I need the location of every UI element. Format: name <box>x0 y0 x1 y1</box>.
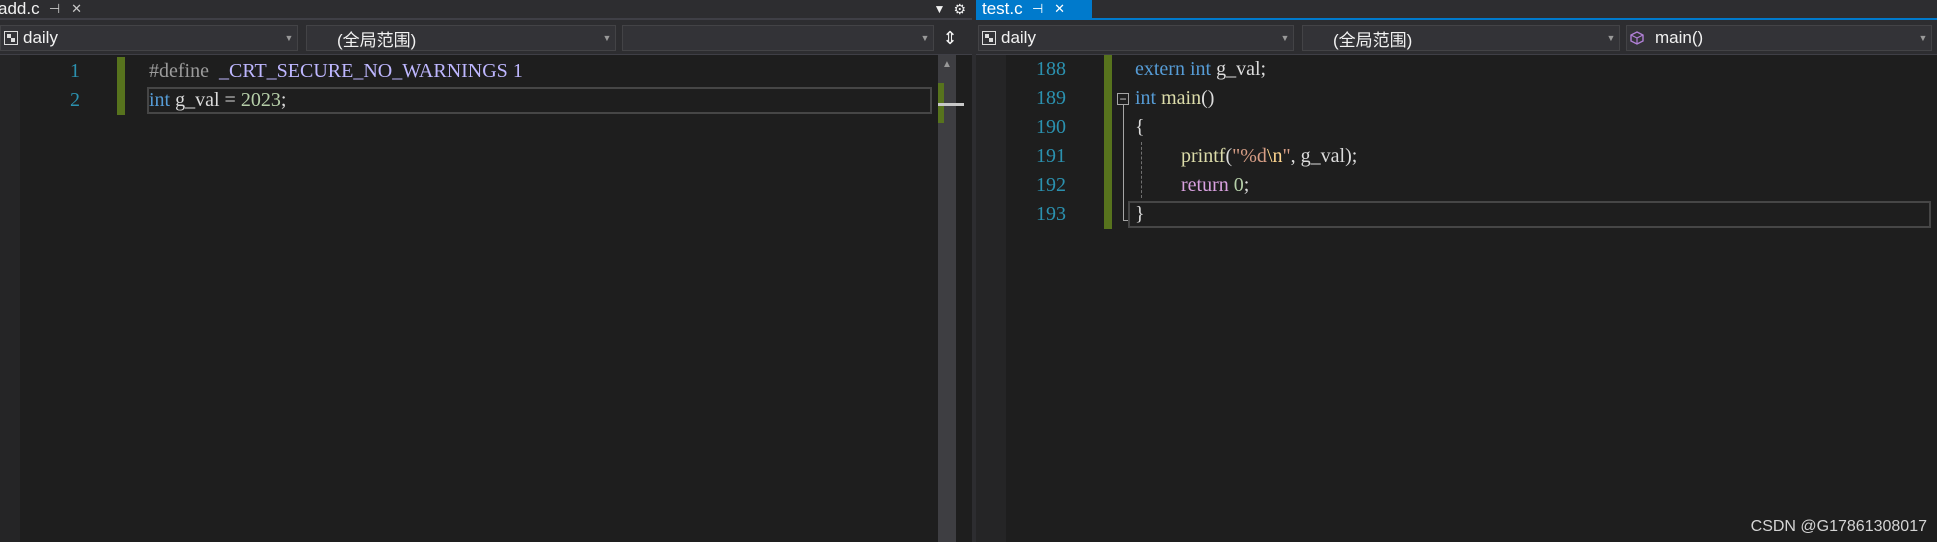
left-navigation-bar: daily ▼ (全局范围) ▼ ▼ ⇕ <box>0 20 972 55</box>
project-icon <box>981 30 997 46</box>
change-marker <box>117 57 125 115</box>
caret-position-marker <box>938 103 964 106</box>
line-number: 193 <box>1036 203 1066 225</box>
selection-margin <box>0 55 20 542</box>
left-code-editor[interactable]: 1 2 #define _CRT_SECURE_NO_WARNINGS 1 in… <box>0 55 972 542</box>
number-literal: 2023 <box>240 89 281 111</box>
project-dropdown[interactable]: daily ▼ <box>978 25 1294 51</box>
code-line[interactable]: int g_val = 2023; <box>149 86 286 115</box>
code-line[interactable]: { <box>1135 113 1145 142</box>
tab-test-c[interactable]: test.c ⊣ ✕ <box>976 0 1092 18</box>
chevron-down-icon: ▼ <box>284 33 294 43</box>
left-tab-strip: add.c ⊣ ✕ ▼ ⚙ <box>0 0 972 20</box>
macro-value: 1 <box>512 60 523 82</box>
project-icon <box>3 30 19 46</box>
chevron-down-icon: ▼ <box>1918 33 1928 43</box>
member-label: main() <box>1655 28 1704 47</box>
code-line[interactable]: extern int g_val; <box>1135 55 1266 84</box>
fold-region-line <box>1123 105 1124 221</box>
tab-label: add.c <box>0 0 40 18</box>
code-line[interactable]: return 0; <box>1181 171 1249 200</box>
code-text: g_val = <box>170 89 241 111</box>
right-editor-pane: test.c ⊣ ✕ daily ▼ (全局范围) ▼ main() ▼ 188… <box>976 0 1937 542</box>
line-number: 2 <box>70 89 80 111</box>
tab-add-c[interactable]: add.c ⊣ ✕ <box>0 0 114 18</box>
scope-dropdown[interactable]: (全局范围) ▼ <box>306 25 616 51</box>
string-literal: " <box>1282 145 1291 167</box>
preprocessor-directive: #define <box>149 60 209 82</box>
chevron-down-icon[interactable]: ▼ <box>934 2 946 16</box>
code-text: , g_val); <box>1290 145 1358 167</box>
line-number: 192 <box>1036 174 1066 196</box>
watermark: CSDN @G17861308017 <box>1750 518 1927 535</box>
code-line[interactable]: } <box>1135 200 1145 229</box>
close-icon[interactable]: ✕ <box>1053 1 1067 17</box>
split-window-button[interactable]: ⇕ <box>938 25 962 51</box>
code-text: g_val; <box>1211 58 1267 80</box>
keyword: int <box>149 89 171 111</box>
change-marker <box>1104 55 1112 229</box>
scroll-up-arrow[interactable]: ▲ <box>938 59 956 70</box>
code-text: ; <box>1243 174 1250 196</box>
control-keyword: return <box>1181 174 1229 196</box>
project-name: daily <box>23 28 58 47</box>
code-line[interactable]: printf("%d\n", g_val); <box>1181 142 1357 171</box>
line-number: 188 <box>1036 58 1066 80</box>
escape-sequence: \n <box>1266 145 1283 167</box>
code-text: () <box>1201 87 1215 109</box>
chevron-down-icon: ▼ <box>602 33 612 43</box>
line-number: 190 <box>1036 116 1066 138</box>
pin-icon[interactable]: ⊣ <box>48 1 62 17</box>
right-code-editor[interactable]: 188 189 190 191 192 193 − extern int g_v… <box>976 55 1937 542</box>
scope-label: (全局范围) <box>1333 30 1413 50</box>
keyword: int <box>1135 87 1157 109</box>
line-number: 1 <box>70 60 80 82</box>
right-navigation-bar: daily ▼ (全局范围) ▼ main() ▼ <box>976 20 1937 55</box>
line-number: 189 <box>1036 87 1066 109</box>
function-name: main <box>1161 87 1202 109</box>
function-icon <box>1629 30 1645 46</box>
tab-strip-controls: ▼ ⚙ <box>934 0 972 18</box>
scope-dropdown[interactable]: (全局范围) ▼ <box>1302 25 1620 51</box>
pin-icon[interactable]: ⊣ <box>1031 1 1045 17</box>
indent-guide <box>1141 142 1142 198</box>
collapse-toggle-icon[interactable]: − <box>1117 93 1129 105</box>
tab-label: test.c <box>982 0 1023 18</box>
code-line[interactable]: int main() <box>1135 84 1214 113</box>
brace: { <box>1135 116 1145 138</box>
member-dropdown[interactable]: ▼ <box>622 25 934 51</box>
number-literal: 0 <box>1233 174 1244 196</box>
scope-label: (全局范围) <box>337 30 417 50</box>
gear-icon[interactable]: ⚙ <box>953 1 966 18</box>
macro-name: _CRT_SECURE_NO_WARNINGS <box>218 60 508 82</box>
chevron-down-icon: ▼ <box>920 33 930 43</box>
right-tab-strip: test.c ⊣ ✕ <box>976 0 1937 20</box>
member-dropdown[interactable]: main() ▼ <box>1626 25 1932 51</box>
close-icon[interactable]: ✕ <box>70 1 84 17</box>
code-line[interactable]: #define _CRT_SECURE_NO_WARNINGS 1 <box>149 57 523 86</box>
left-editor-pane: add.c ⊣ ✕ ▼ ⚙ daily ▼ (全局范围) ▼ ▼ ⇕ 1 2 #… <box>0 0 972 542</box>
string-literal: "%d <box>1232 145 1267 167</box>
code-text: ; <box>280 89 287 111</box>
keyword: extern <box>1135 58 1185 80</box>
project-dropdown[interactable]: daily ▼ <box>0 25 298 51</box>
project-name: daily <box>1001 28 1036 47</box>
brace: } <box>1135 203 1145 225</box>
current-line-highlight <box>1128 201 1931 228</box>
vertical-scrollbar[interactable]: ▲ <box>938 55 964 542</box>
chevron-down-icon: ▼ <box>1606 33 1616 43</box>
selection-margin <box>976 55 1006 542</box>
line-number: 191 <box>1036 145 1066 167</box>
function-name: printf <box>1181 145 1226 167</box>
chevron-down-icon: ▼ <box>1280 33 1290 43</box>
keyword: int <box>1189 58 1212 80</box>
